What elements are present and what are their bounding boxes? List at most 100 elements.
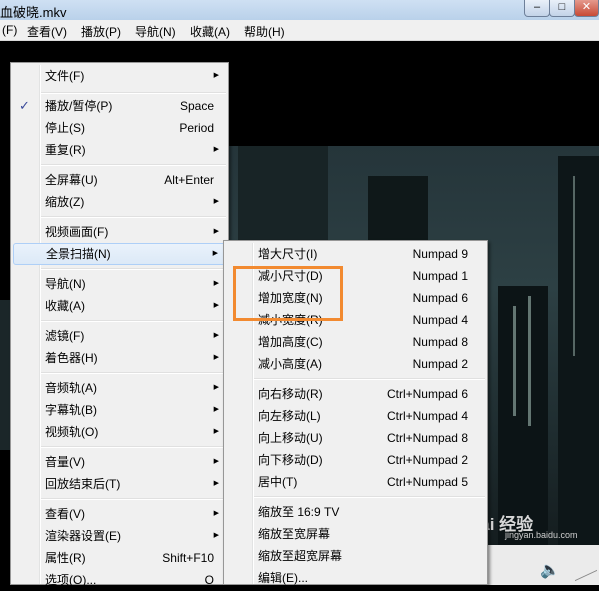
menu-item-options[interactable]: 选项(O)... O <box>13 569 226 591</box>
watermark-url: jingyan.baidu.com <box>505 530 578 540</box>
menu-item-shortcut: Ctrl+Numpad 6 <box>386 387 468 401</box>
menu-item-label: 向下移动(D) <box>258 453 323 467</box>
menu-item-label: 视频画面(F) <box>45 225 109 239</box>
menu-item-shortcut: Ctrl+Numpad 4 <box>386 409 468 423</box>
maximize-icon[interactable]: □ <box>549 0 575 17</box>
menu-item-shortcut: Period <box>179 121 214 135</box>
submenu-arrow-icon: ▶ <box>213 332 219 339</box>
speaker-icon[interactable]: 🔈 <box>540 560 560 580</box>
menu-item-fullscreen[interactable]: 全屏幕(U) Alt+Enter <box>13 169 226 191</box>
menu-item-file[interactable]: 文件(F) ▶ <box>13 65 226 87</box>
menu-item-label: 向右移动(R) <box>258 387 323 401</box>
menu-item-increase-size[interactable]: 增大尺寸(I) Numpad 9 <box>226 243 485 265</box>
menu-item-zoom[interactable]: 缩放(Z) ▶ <box>13 191 226 213</box>
menu-item-label: 收藏(A) <box>45 299 85 313</box>
menu-item-subtitle-track[interactable]: 字幕轨(B) ▶ <box>13 399 226 421</box>
menu-item-navigate[interactable]: 导航(N) ▶ <box>13 273 226 295</box>
menu-item-shortcut: Numpad 2 <box>412 357 468 371</box>
menu-item-label: 音频轨(A) <box>45 381 97 395</box>
menu-item-increase-height[interactable]: 增加高度(C) Numpad 8 <box>226 331 485 353</box>
menu-item-label: 向上移动(U) <box>258 431 323 445</box>
menu-item-label: 编辑(E)... <box>258 571 308 585</box>
menu-item-label: 缩放至超宽屏幕 <box>258 549 343 563</box>
menu-item-zoom-16-9[interactable]: 缩放至 16:9 TV <box>226 501 485 523</box>
menu-item-shortcut: Ctrl+Numpad 8 <box>386 431 468 445</box>
menu-item-pan-scan[interactable]: 全景扫描(N) ▶ <box>13 243 226 265</box>
menu-item-filters[interactable]: 滤镜(F) ▶ <box>13 325 226 347</box>
menu-separator <box>41 446 226 448</box>
menu-item-volume[interactable]: 音量(V) ▶ <box>13 451 226 473</box>
close-icon[interactable]: ✕ <box>574 0 599 17</box>
menu-item-shortcut: Ctrl+Numpad 5 <box>386 475 468 489</box>
context-menu: 文件(F) ▶ ✓ 播放/暂停(P) Space 停止(S) Period 重复… <box>10 62 229 587</box>
menu-item-label: 全屏幕(U) <box>45 173 98 187</box>
checkmark-icon: ✓ <box>19 98 30 113</box>
menu-item-label: 渲染器设置(E) <box>45 529 121 543</box>
menu-item-label: 全景扫描(N) <box>46 247 111 261</box>
menu-item-shortcut: Numpad 4 <box>412 313 468 327</box>
menu-item-label: 减小高度(A) <box>258 357 322 371</box>
menu-item-label: 文件(F) <box>45 69 85 83</box>
menu-item-zoom-widescreen[interactable]: 缩放至宽屏幕 <box>226 523 485 545</box>
menu-item-label: 增加高度(C) <box>258 335 323 349</box>
menu-item-label: 向左移动(L) <box>258 409 321 423</box>
menu-separator <box>41 372 226 374</box>
menu-item-label: 回放结束后(T) <box>45 477 121 491</box>
menu-item-audio-track[interactable]: 音频轨(A) ▶ <box>13 377 226 399</box>
menu-item-renderer-settings[interactable]: 渲染器设置(E) ▶ <box>13 525 226 547</box>
menu-file[interactable]: (F) <box>2 23 17 37</box>
menu-favorites[interactable]: 收藏(A) <box>190 23 230 40</box>
menu-item-video-frame[interactable]: 视频画面(F) ▶ <box>13 221 226 243</box>
menu-item-shortcut: Ctrl+Numpad 2 <box>386 453 468 467</box>
menu-item-move-up[interactable]: 向上移动(U) Ctrl+Numpad 8 <box>226 427 485 449</box>
submenu-arrow-icon: ▶ <box>213 428 219 435</box>
menu-item-after-playback[interactable]: 回放结束后(T) ▶ <box>13 473 226 495</box>
submenu-arrow-icon: ▶ <box>213 406 219 413</box>
menu-item-shaders[interactable]: 着色器(H) ▶ <box>13 347 226 369</box>
submenu-arrow-icon: ▶ <box>212 250 218 257</box>
menu-item-shortcut: Numpad 6 <box>412 291 468 305</box>
menu-item-stop[interactable]: 停止(S) Period <box>13 117 226 139</box>
menu-help[interactable]: 帮助(H) <box>244 23 285 40</box>
menu-play[interactable]: 播放(P) <box>81 23 121 40</box>
annotation-highlight-box <box>233 266 343 321</box>
minimize-icon[interactable]: – <box>524 0 550 17</box>
menu-item-move-left[interactable]: 向左移动(L) Ctrl+Numpad 4 <box>226 405 485 427</box>
menu-item-video-track[interactable]: 视频轨(O) ▶ <box>13 421 226 443</box>
menu-item-view[interactable]: 查看(V) ▶ <box>13 503 226 525</box>
menu-item-shortcut: Shift+F10 <box>162 551 214 565</box>
menu-view[interactable]: 查看(V) <box>27 23 67 40</box>
menu-separator <box>41 92 226 94</box>
menu-item-shortcut: Numpad 8 <box>412 335 468 349</box>
submenu-arrow-icon: ▶ <box>213 198 219 205</box>
submenu-arrow-icon: ▶ <box>213 302 219 309</box>
submenu-arrow-icon: ▶ <box>213 354 219 361</box>
menu-item-favorites[interactable]: 收藏(A) ▶ <box>13 295 226 317</box>
menu-item-zoom-ultrawide[interactable]: 缩放至超宽屏幕 <box>226 545 485 567</box>
menu-item-repeat[interactable]: 重复(R) ▶ <box>13 139 226 161</box>
menu-item-shortcut: Numpad 9 <box>412 247 468 261</box>
submenu-arrow-icon: ▶ <box>213 510 219 517</box>
menu-item-move-right[interactable]: 向右移动(R) Ctrl+Numpad 6 <box>226 383 485 405</box>
menu-item-properties[interactable]: 属性(R) Shift+F10 <box>13 547 226 569</box>
menu-item-label: 增大尺寸(I) <box>258 247 318 261</box>
menu-item-decrease-height[interactable]: 减小高度(A) Numpad 2 <box>226 353 485 375</box>
menu-item-play-pause[interactable]: ✓ 播放/暂停(P) Space <box>13 95 226 117</box>
menu-item-move-down[interactable]: 向下移动(D) Ctrl+Numpad 2 <box>226 449 485 471</box>
menu-item-shortcut: O <box>204 573 214 587</box>
menu-navigate[interactable]: 导航(N) <box>135 23 176 40</box>
menu-separator <box>254 496 485 498</box>
menu-item-label: 选项(O)... <box>45 573 97 587</box>
menu-bar: (F) 查看(V) 播放(P) 导航(N) 收藏(A) 帮助(H) <box>0 20 599 41</box>
menu-item-label: 缩放至宽屏幕 <box>258 527 331 541</box>
submenu-arrow-icon: ▶ <box>213 532 219 539</box>
menu-item-label: 导航(N) <box>45 277 86 291</box>
menu-item-edit[interactable]: 编辑(E)... <box>226 567 485 589</box>
menu-item-center[interactable]: 居中(T) Ctrl+Numpad 5 <box>226 471 485 493</box>
menu-separator <box>41 320 226 322</box>
submenu-arrow-icon: ▶ <box>213 480 219 487</box>
submenu-arrow-icon: ▶ <box>213 280 219 287</box>
menu-item-label: 查看(V) <box>45 507 85 521</box>
menu-item-label: 重复(R) <box>45 143 86 157</box>
menu-item-label: 音量(V) <box>45 455 85 469</box>
